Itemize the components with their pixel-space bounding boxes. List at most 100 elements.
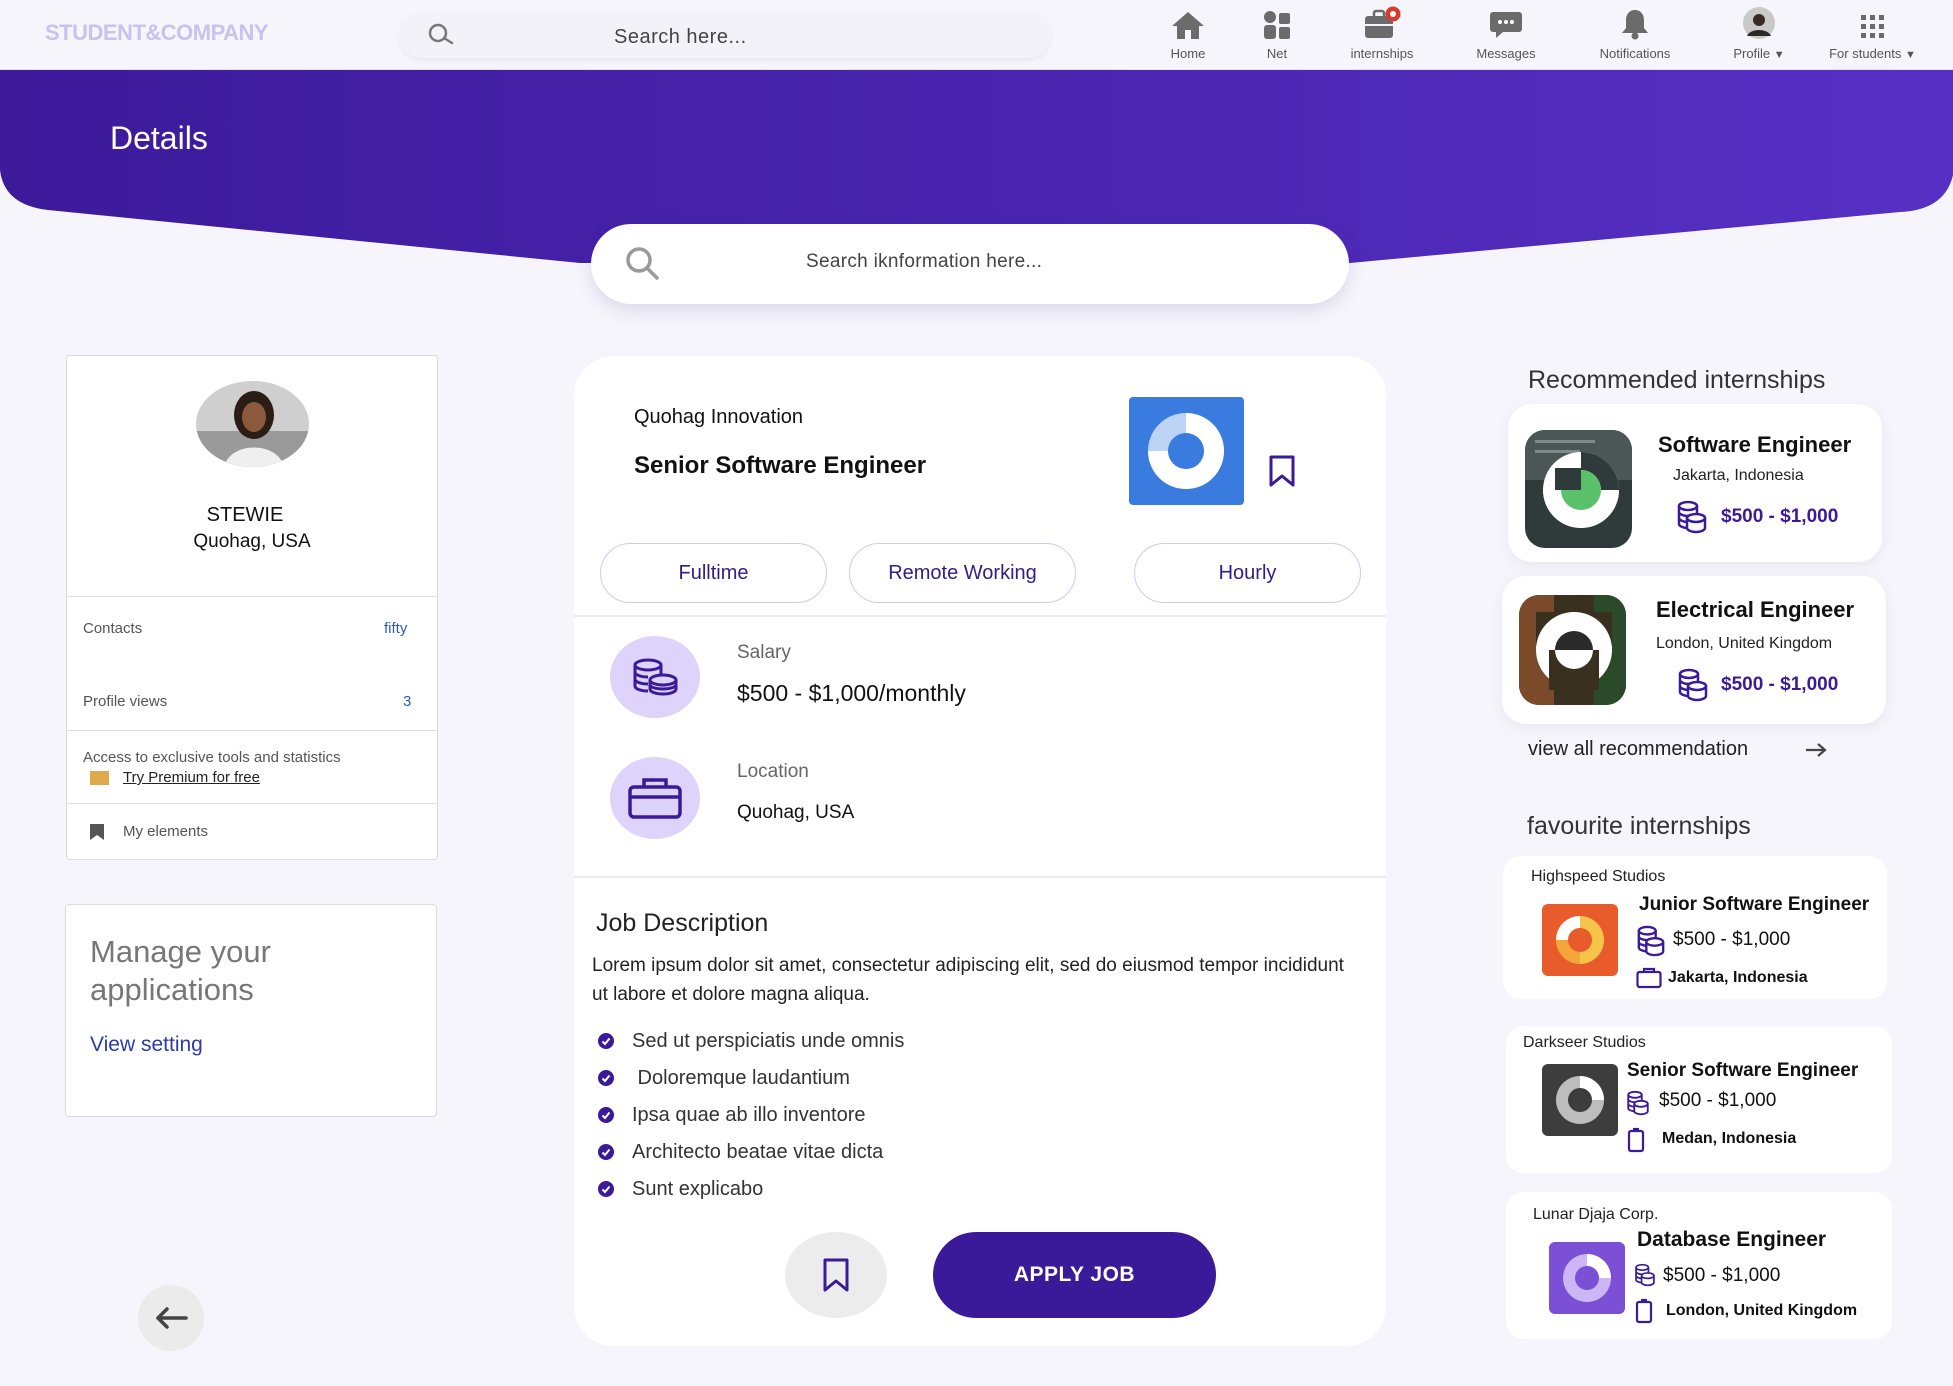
list-item-text: Sed ut perspiciatis unde omnis: [632, 1030, 905, 1052]
chevron-down-icon: ▼: [1773, 49, 1785, 61]
recommended-title: Recommended internships: [1528, 366, 1826, 394]
list-item: Sed ut perspiciatis unde omnis: [598, 1030, 904, 1067]
favourite-card[interactable]: Highspeed Studios Junior Software Engine…: [1503, 856, 1887, 999]
view-setting-link[interactable]: View setting: [90, 1033, 203, 1057]
company-name: Quohag Innovation: [634, 406, 804, 428]
company-logo: [1129, 397, 1244, 505]
job-thumbnail: [1525, 430, 1632, 548]
nav-net[interactable]: Net: [1247, 4, 1307, 64]
coins-icon: [1634, 1261, 1656, 1289]
recommended-card[interactable]: Software Engineer Jakarta, Indonesia $50…: [1508, 404, 1882, 562]
nav-messages[interactable]: Messages: [1466, 4, 1546, 64]
top-search-bar[interactable]: Search here...: [399, 12, 1051, 58]
briefcase-icon: [1636, 967, 1662, 989]
fav-job-title: Senior Software Engineer: [1627, 1060, 1859, 1081]
contacts-label: Contacts: [83, 620, 143, 637]
location-value: Quohag, USA: [737, 802, 855, 823]
nav-notifications[interactable]: Notifications: [1590, 4, 1680, 64]
search-icon: [427, 23, 457, 47]
phone-icon: [1627, 1127, 1645, 1153]
chevron-down-icon: ▼: [1905, 49, 1916, 61]
favourite-card[interactable]: Darkseer Studios Senior Software Enginee…: [1506, 1026, 1892, 1173]
favourite-title: favourite internships: [1527, 812, 1751, 840]
fav-job-title: Junior Software Engineer: [1639, 894, 1870, 915]
fav-company: Darkseer Studios: [1523, 1034, 1646, 1051]
fav-company: Highspeed Studios: [1531, 868, 1666, 885]
job-detail-card: Quohag Innovation Senior Software Engine…: [574, 356, 1386, 1346]
avatar: [1724, 4, 1794, 40]
grid-icon: [1820, 4, 1925, 40]
fav-job-salary: $500 - $1,000: [1663, 1265, 1781, 1286]
premium-icon: [90, 771, 109, 785]
profile-name: STEWIE: [206, 504, 284, 526]
profile-views-value[interactable]: 3: [403, 693, 411, 710]
bookmark-icon[interactable]: [1268, 454, 1296, 488]
premium-link[interactable]: Try Premium for free: [123, 769, 260, 786]
divider: [67, 596, 437, 597]
back-button[interactable]: [138, 1285, 204, 1351]
list-item: Sunt explicabo: [598, 1178, 904, 1215]
coins-icon: [610, 636, 700, 718]
nav-profile[interactable]: Profile ▼: [1724, 4, 1794, 64]
avatar[interactable]: [196, 381, 309, 467]
arrow-right-icon[interactable]: [1805, 742, 1827, 758]
manage-title: Manage your applications: [90, 934, 271, 1007]
company-logo: [1549, 1242, 1625, 1314]
company-logo: [1542, 904, 1618, 976]
salary-label: Salary: [737, 642, 791, 663]
nav-label: Notifications: [1599, 46, 1671, 61]
info-search-bar[interactable]: Search iknformation here...: [591, 224, 1349, 304]
job-description-title: Job Description: [596, 909, 769, 937]
nav-for-students[interactable]: For students ▼: [1820, 4, 1925, 64]
list-item-text: Sunt explicabo: [632, 1178, 764, 1200]
view-all-recommendation-link[interactable]: view all recommendation: [1528, 738, 1748, 761]
nav-label: Net: [1266, 46, 1288, 61]
fav-job-location: London, United Kingdom: [1666, 1302, 1858, 1319]
divider: [574, 615, 1386, 617]
list-item-text: Ipsa quae ab illo inventore: [632, 1104, 866, 1126]
bookmark-icon: [89, 823, 105, 841]
tag-fulltime[interactable]: Fulltime: [600, 543, 827, 603]
tag-hourly[interactable]: Hourly: [1134, 543, 1361, 603]
rec-job-location: Jakarta, Indonesia: [1673, 467, 1804, 484]
profile-location: Quohag, USA: [193, 531, 311, 552]
favourite-card[interactable]: Lunar Djaja Corp. Database Engineer $500…: [1506, 1192, 1892, 1339]
view-all-label: view all recommendation: [1528, 738, 1749, 760]
salary-value: $500 - $1,000/monthly: [737, 680, 966, 706]
location-label: Location: [737, 761, 809, 782]
profile-card: STEWIE Quohag, USA Contacts fifty Profil…: [66, 355, 438, 860]
coins-icon: [1677, 668, 1709, 702]
save-job-button[interactable]: [785, 1232, 887, 1318]
fav-job-salary: $500 - $1,000: [1659, 1090, 1777, 1111]
nav-internships[interactable]: internships: [1342, 4, 1422, 64]
coins-icon: [1636, 925, 1666, 957]
tag-remote-working[interactable]: Remote Working: [849, 543, 1076, 603]
manage-applications-card: Manage your applications View setting: [65, 904, 437, 1117]
info-search-input[interactable]: Search iknformation here...: [806, 251, 1042, 273]
briefcase-icon: [610, 757, 700, 839]
recommended-card[interactable]: Electrical Engineer London, United Kingd…: [1502, 576, 1886, 724]
divider: [67, 730, 437, 731]
contacts-value[interactable]: fifty: [384, 620, 407, 637]
check-circle-icon: [598, 1144, 614, 1160]
page-title: Details: [110, 120, 208, 156]
apply-job-button[interactable]: APPLY JOB: [933, 1232, 1216, 1318]
my-elements-link[interactable]: My elements: [123, 823, 208, 840]
fav-job-salary: $500 - $1,000: [1673, 929, 1791, 950]
rec-job-salary: $500 - $1,000: [1721, 506, 1839, 527]
fav-job-title: Database Engineer: [1637, 1228, 1827, 1251]
fav-job-location: Jakarta, Indonesia: [1668, 969, 1808, 986]
chat-icon: [1466, 4, 1546, 40]
list-item: Ipsa quae ab illo inventore: [598, 1104, 904, 1141]
top-search-input[interactable]: Search here...: [614, 26, 747, 49]
arrow-left-icon: [154, 1306, 188, 1330]
job-description-text: Lorem ipsum dolor sit amet, consectetur …: [592, 955, 1344, 1005]
rec-job-title: Electrical Engineer: [1656, 597, 1855, 622]
nav-label: Messages: [1476, 46, 1536, 61]
network-icon: [1247, 4, 1307, 40]
list-item-text: Architecto beatae vitae dicta: [632, 1141, 884, 1163]
brand-logo[interactable]: STUDENT&COMPANY: [45, 20, 269, 46]
check-circle-icon: [598, 1033, 614, 1049]
company-logo: [1542, 1064, 1618, 1136]
nav-home[interactable]: Home: [1158, 4, 1218, 64]
